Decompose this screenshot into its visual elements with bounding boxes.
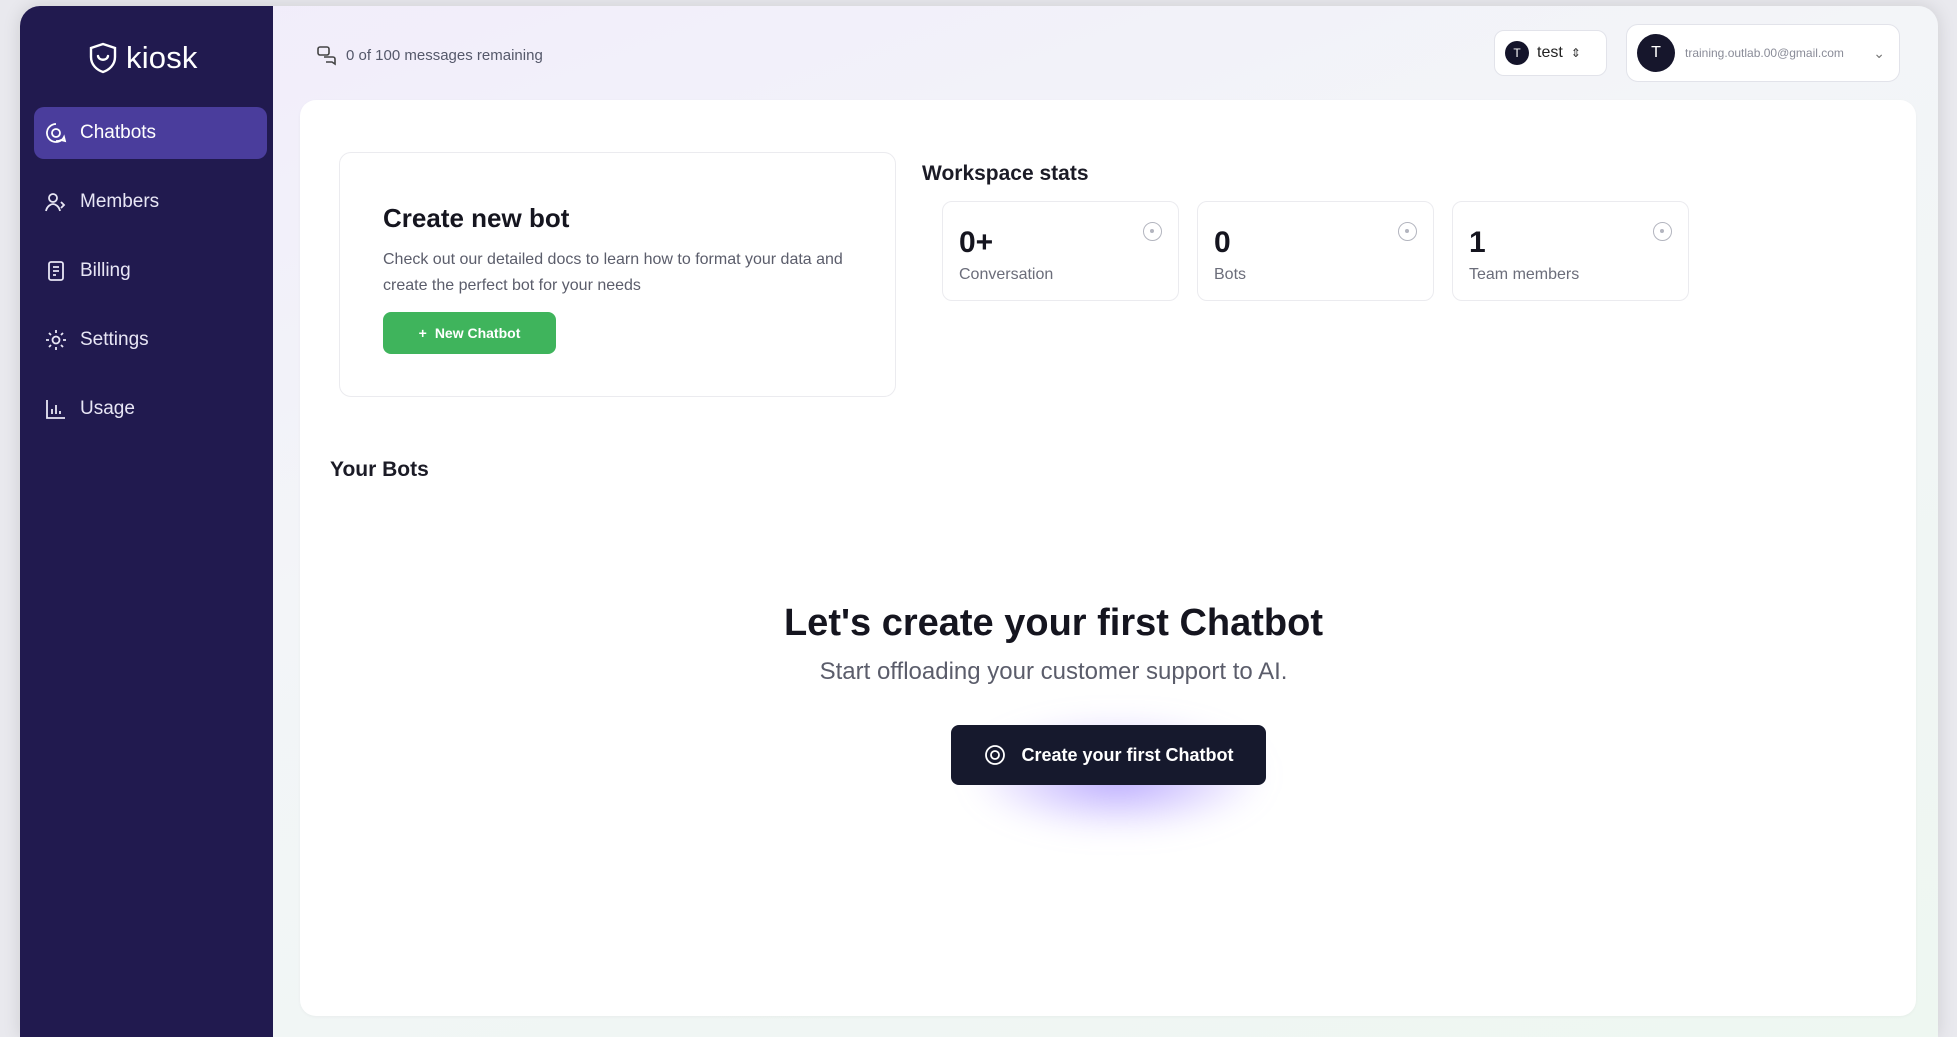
messages-remaining: 0 of 100 messages remaining (316, 44, 543, 66)
members-icon (45, 193, 66, 212)
messages-icon (317, 46, 336, 66)
stat-value: 1 (1469, 226, 1486, 259)
stat-card-conversation: 0+ Conversation (942, 201, 1179, 301)
sidebar-item-label: Settings (80, 329, 149, 350)
sidebar-item-label: Chatbots (80, 122, 157, 143)
create-bot-title: Create new bot (383, 203, 570, 233)
create-bot-card: Create new bot Check out our detailed do… (339, 152, 896, 397)
messages-remaining-text: 0 of 100 messages remaining (346, 46, 543, 64)
info-icon[interactable] (1398, 222, 1417, 241)
user-email: training.outlab.00@gmail.com (1685, 46, 1844, 60)
avatar: T (1637, 34, 1675, 72)
chevron-down-icon: ⌄ (1873, 44, 1885, 61)
sidebar-item-chatbots[interactable]: Chatbots (34, 107, 267, 159)
sidebar-item-label: Billing (80, 260, 131, 281)
sidebar-item-settings[interactable]: Settings (34, 314, 267, 366)
new-chatbot-button[interactable]: + New Chatbot (383, 312, 556, 354)
billing-icon (48, 261, 64, 281)
sidebar: kiosk Chatbots Members Billing Settings … (20, 6, 273, 1037)
brand-name: kiosk (126, 40, 198, 75)
brand-logo[interactable]: kiosk (88, 40, 198, 76)
your-bots-title: Your Bots (330, 458, 429, 481)
stat-card-bots: 0 Bots (1197, 201, 1434, 301)
create-first-chatbot-button[interactable]: Create your first Chatbot (951, 725, 1266, 785)
sidebar-item-label: Usage (80, 398, 135, 419)
settings-icon (46, 330, 66, 350)
create-first-chatbot-label: Create your first Chatbot (1021, 744, 1234, 765)
info-icon[interactable] (1143, 222, 1162, 241)
chat-bot-icon (46, 123, 67, 143)
create-bot-description: Check out our detailed docs to learn how… (383, 251, 843, 294)
plus-icon: + (418, 325, 427, 341)
user-menu[interactable]: T training.outlab.00@gmail.com ⌄ (1626, 24, 1900, 82)
app-window: kiosk Chatbots Members Billing Settings … (20, 6, 1938, 1037)
stat-value: 0+ (959, 226, 994, 259)
workspace-avatar: T (1505, 41, 1529, 65)
chat-bot-icon (985, 745, 1006, 765)
usage-chart-icon (46, 400, 65, 419)
shield-logo-icon (89, 42, 117, 74)
sidebar-item-members[interactable]: Members (34, 176, 267, 228)
chevron-updown-icon: ⇕ (1570, 46, 1581, 60)
empty-state-subtitle: Start offloading your customer support t… (819, 658, 1288, 685)
workspace-switcher[interactable]: T test ⇕ (1494, 30, 1607, 76)
sidebar-nav: Chatbots Members Billing Settings Usage (34, 107, 267, 452)
stat-label: Team members (1469, 266, 1580, 283)
stat-label: Bots (1214, 266, 1247, 283)
sidebar-item-billing[interactable]: Billing (34, 245, 267, 297)
sidebar-item-usage[interactable]: Usage (34, 383, 267, 435)
empty-state-title: Let's create your first Chatbot (783, 602, 1324, 644)
stat-value: 0 (1214, 226, 1231, 259)
new-chatbot-label: New Chatbot (434, 325, 521, 341)
info-icon[interactable] (1653, 222, 1672, 241)
workspace-stats-title: Workspace stats (922, 162, 1089, 185)
stat-label: Conversation (959, 266, 1054, 283)
sidebar-item-label: Members (80, 191, 160, 212)
workspace-name: test (1537, 44, 1563, 61)
stat-card-team-members: 1 Team members (1452, 201, 1689, 301)
